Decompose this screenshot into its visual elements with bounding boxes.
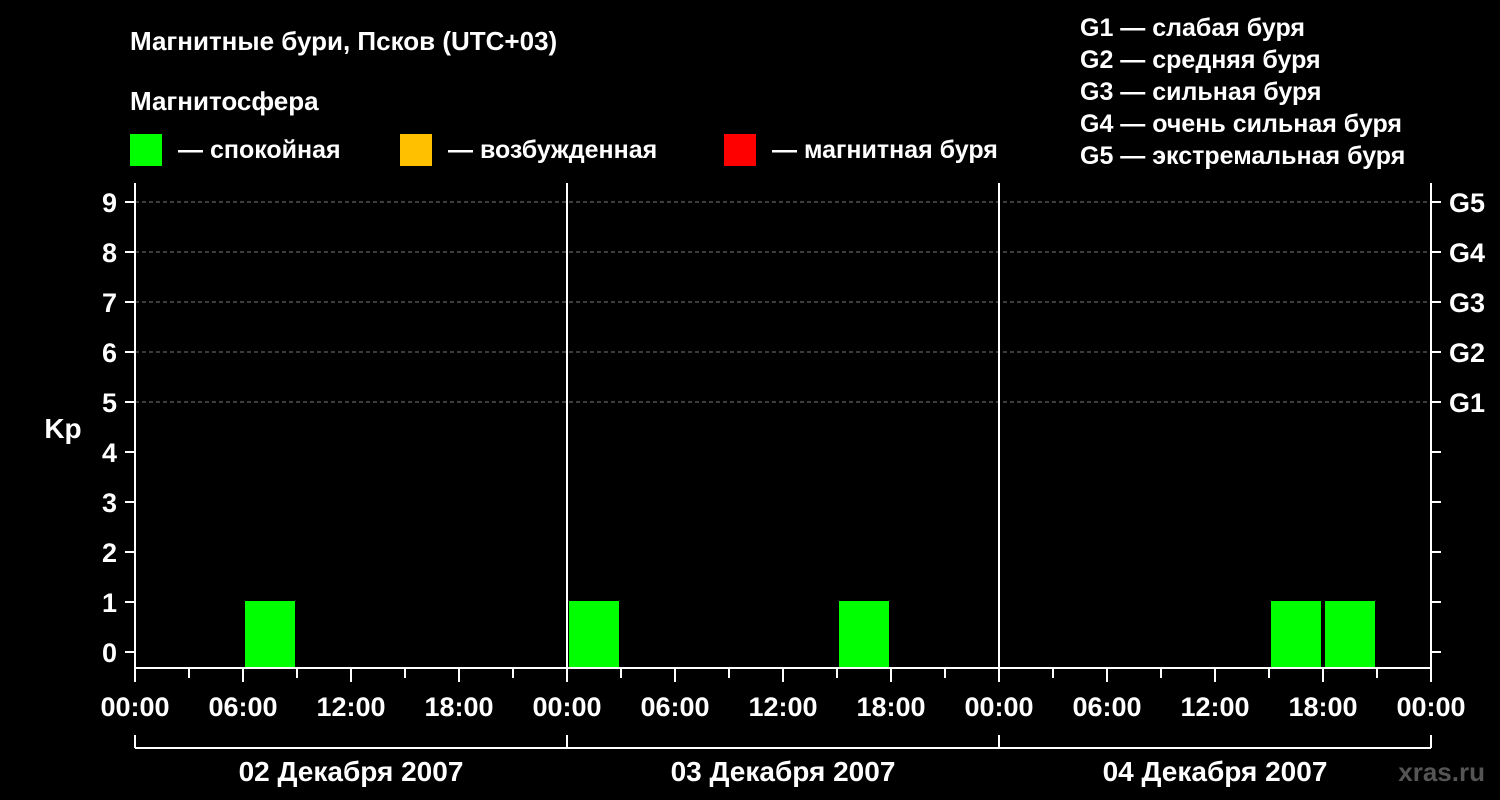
x-tick-label-12: 00:00 (1396, 692, 1465, 722)
y-tick-label-5: 5 (102, 388, 117, 418)
x-tick-label-0: 00:00 (100, 692, 169, 722)
x-tick-label-11: 18:00 (1288, 692, 1357, 722)
kp-bar-3 (1271, 601, 1321, 668)
y-tick-label-9: 9 (102, 188, 117, 218)
y-tick-label-3: 3 (102, 488, 117, 518)
g-scale-legend: G1 — слабая буря G2 — средняя буря G3 — си… (1080, 14, 1405, 170)
x-tick-label-7: 18:00 (856, 692, 925, 722)
legend-label-2: — магнитная буря (772, 136, 998, 164)
g-tick-label-G4: G4 (1449, 238, 1485, 268)
y-tick-label-6: 6 (102, 338, 117, 368)
x-tick-label-10: 12:00 (1180, 692, 1249, 722)
kp-bar-4 (1325, 601, 1375, 668)
g-tick-label-G5: G5 (1449, 188, 1485, 218)
grid (135, 201, 1431, 403)
bars (245, 601, 1375, 668)
x-tick-label-8: 00:00 (964, 692, 1033, 722)
x-tick-label-4: 00:00 (532, 692, 601, 722)
x-tick-label-5: 06:00 (640, 692, 709, 722)
x-tick-label-1: 06:00 (208, 692, 277, 722)
kp-bar-0 (245, 601, 295, 668)
x-tick-label-6: 12:00 (748, 692, 817, 722)
day-labels: 02 Декабря 2007 03 Декабря 2007 04 Декабря… (134, 735, 1432, 787)
g-ticks: G1 G2 G3 G4 G5 (1431, 188, 1485, 653)
legend-swatch-0 (130, 134, 162, 166)
legend-swatch-1 (400, 134, 432, 166)
chart-title: Магнитные бури, Псков (UTC+03) (130, 26, 557, 56)
legend-label-0: — спокойная (178, 136, 341, 164)
day-label-2: 04 Декабря 2007 (1103, 756, 1328, 787)
x-tick-label-3: 18:00 (424, 692, 493, 722)
y-tick-label-4: 4 (102, 438, 117, 468)
y-tick-label-7: 7 (102, 288, 117, 318)
legend-swatch-2 (724, 134, 756, 166)
kp-chart: Магнитные бури, Псков (UTC+03) Магнитосф… (44, 14, 1485, 787)
kp-bar-1 (569, 601, 619, 668)
legend: — спокойная — возбужденная — магнитная бур… (130, 134, 998, 166)
day-label-0: 02 Декабря 2007 (239, 756, 464, 787)
g-scale-item-4: G4 — очень сильная буря (1080, 110, 1402, 138)
g-scale-item-3: G3 — сильная буря (1080, 78, 1322, 106)
x-ticks: 00:00 06:00 12:00 18:00 00:00 06:00 12:00 18:00… (100, 668, 1466, 722)
y-tick-label-0: 0 (102, 638, 117, 668)
g-scale-item-5: G5 — экстремальная буря (1080, 142, 1405, 170)
x-tick-label-2: 12:00 (316, 692, 385, 722)
watermark: xras.ru (1398, 757, 1485, 787)
g-scale-item-1: G1 — слабая буря (1080, 14, 1305, 42)
g-tick-label-G1: G1 (1449, 388, 1485, 418)
g-tick-label-G2: G2 (1449, 338, 1485, 368)
y-tick-label-2: 2 (102, 538, 117, 568)
x-tick-label-9: 06:00 (1072, 692, 1141, 722)
g-scale-item-2: G2 — средняя буря (1080, 46, 1321, 74)
y-axis-label: Kp (44, 413, 81, 444)
day-label-1: 03 Декабря 2007 (671, 756, 896, 787)
legend-label-1: — возбужденная (448, 136, 657, 164)
legend-title: Магнитосфера (130, 86, 319, 116)
kp-bar-2 (839, 601, 889, 668)
y-tick-label-1: 1 (102, 588, 117, 618)
g-tick-label-G3: G3 (1449, 288, 1485, 318)
axes (134, 183, 1432, 669)
y-ticks: 0 1 2 3 4 5 6 7 8 9 (102, 188, 135, 668)
y-tick-label-8: 8 (102, 238, 117, 268)
